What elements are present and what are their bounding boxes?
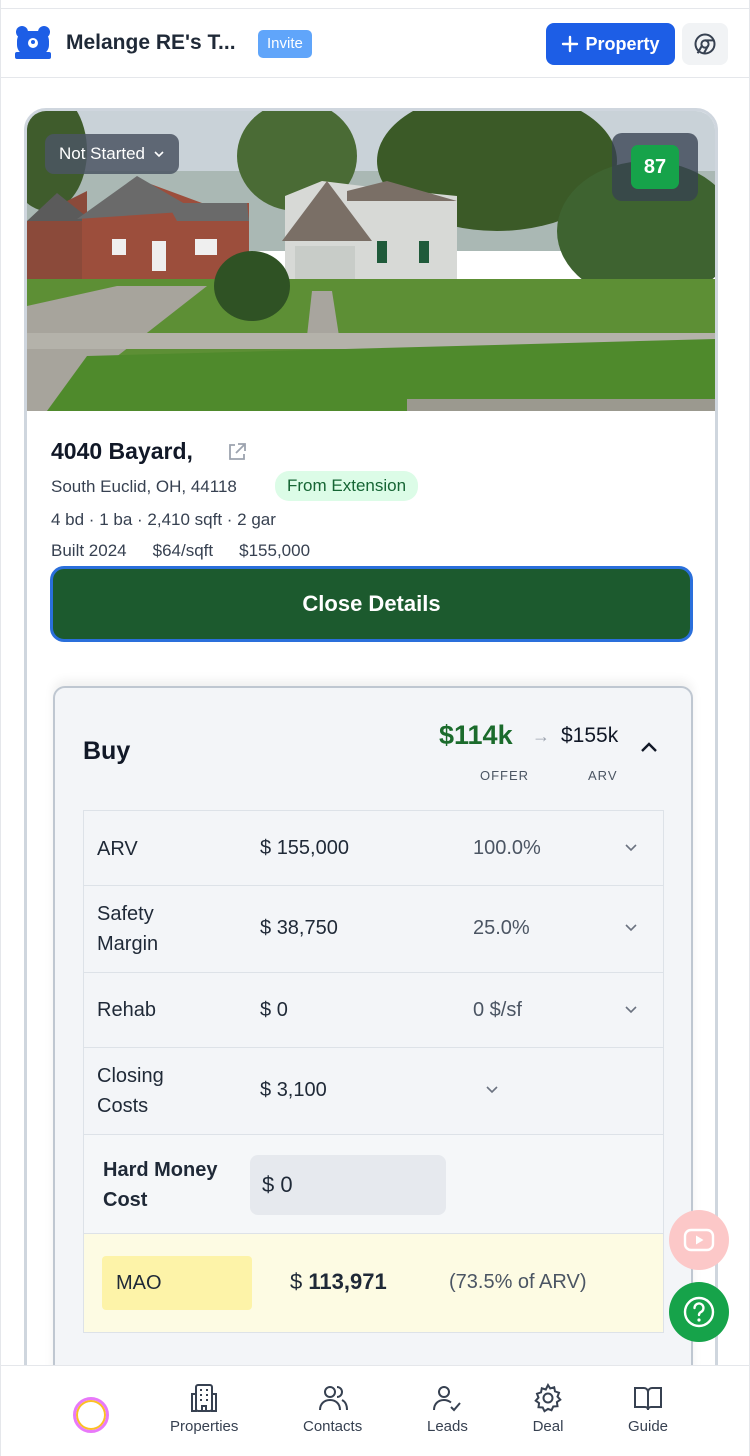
row-label: Safety Margin [97, 903, 159, 955]
nav-label: Guide [628, 1418, 669, 1435]
buy-section: Buy $114k → $155k OFFER ARV ARV $ 155,00… [53, 686, 693, 1405]
chrome-extension-button[interactable] [682, 23, 728, 65]
table-row: Safety Margin $ 38,750 25.0% [83, 886, 664, 973]
currency-symbol: $ [260, 999, 272, 1021]
property-address: 4040 Bayard, [51, 438, 193, 464]
amount-value: 3,100 [276, 1079, 327, 1101]
amount-value: 0 [276, 999, 288, 1021]
gear-icon [534, 1382, 562, 1413]
close-details-button[interactable]: Close Details [50, 566, 693, 642]
property-city: South Euclid, OH, 44118 [51, 477, 237, 496]
hard-money-input[interactable]: $ 0 [250, 1155, 446, 1215]
property-card: Not Started 87 4040 Bayard, South Euclid… [24, 108, 718, 1408]
row-label: Hard Money Cost [103, 1159, 218, 1211]
property-specs: 4 bd · 1 ba · 2,410 sqft · 2 gar [51, 510, 276, 529]
chevron-down-icon[interactable] [485, 1085, 499, 1095]
nav-label: Deal [532, 1418, 564, 1435]
buy-title: Buy [83, 737, 131, 765]
source-badge: From Extension [275, 471, 419, 501]
help-button[interactable] [669, 1282, 729, 1342]
status-dropdown[interactable]: Not Started [45, 134, 179, 174]
question-icon [683, 1296, 715, 1328]
mao-amount: $ 113,971 [290, 1269, 387, 1295]
nav-label: Contacts [303, 1418, 363, 1435]
deal-score: 87 [612, 133, 698, 201]
arv-caption: ARV [588, 768, 618, 783]
mao-percent: (73.5% of ARV) [449, 1271, 587, 1293]
currency-symbol: $ [260, 1079, 272, 1101]
plus-icon [562, 35, 579, 53]
app-frame: Melange RE's T... Invite Property Not St… [0, 0, 750, 1456]
arv-value: $155k [561, 724, 619, 747]
organization-name[interactable]: Melange RE's T... [66, 31, 236, 55]
brand-logo-icon[interactable] [73, 1397, 109, 1433]
currency-symbol: $ [262, 1172, 275, 1197]
currency-symbol: $ [260, 917, 272, 939]
row-amount[interactable]: $ 155,000 [260, 837, 349, 860]
row-label: Closing Costs [97, 1065, 164, 1117]
nav-item-properties[interactable]: Properties [170, 1382, 238, 1435]
property-meta: Built 2024 $64/sqft $155,000 [51, 541, 310, 561]
users-icon [318, 1386, 348, 1411]
buy-calculation-table: ARV $ 155,000 100.0% Safety Margin $ 38,… [83, 810, 664, 1333]
currency-symbol: $ [260, 837, 272, 859]
chevron-up-icon[interactable] [639, 740, 659, 754]
add-property-label: Property [585, 33, 660, 54]
arrow-right-icon: → [532, 726, 550, 746]
bottom-navigation: Properties Contacts Leads Deal Guide [1, 1365, 749, 1456]
row-percent: 100.0% [473, 837, 541, 859]
chevron-down-icon[interactable] [624, 923, 638, 933]
status-label: Not Started [59, 144, 145, 163]
row-amount[interactable]: $ 0 [260, 999, 288, 1022]
offer-value: $114k [439, 720, 513, 750]
user-check-icon [433, 1386, 462, 1412]
nav-item-guide[interactable]: Guide [628, 1382, 668, 1435]
video-tutorial-button[interactable] [669, 1210, 729, 1270]
row-percent: 0 $/sf [473, 999, 522, 1021]
row-label: ARV [97, 838, 138, 860]
chrome-icon [694, 33, 716, 55]
chevron-down-icon [154, 151, 164, 158]
table-row: Hard Money Cost $ 0 [83, 1135, 664, 1234]
table-row: ARV $ 155,000 100.0% [83, 810, 664, 886]
add-property-button[interactable]: Property [546, 23, 675, 65]
nav-label: Leads [427, 1418, 468, 1435]
amount-value: 0 [280, 1172, 293, 1197]
nav-item-deal[interactable]: Deal [532, 1382, 564, 1435]
mao-row: MAO $ 113,971 (73.5% of ARV) [83, 1234, 664, 1333]
invite-button[interactable]: Invite [258, 30, 312, 58]
built-year: Built 2024 [51, 541, 127, 560]
row-label: Rehab [97, 999, 156, 1021]
table-row: Closing Costs $ 3,100 [83, 1048, 664, 1135]
list-price: $155,000 [239, 541, 311, 560]
chevron-down-icon[interactable] [624, 843, 638, 853]
deal-score-value: 87 [631, 145, 679, 189]
nav-item-contacts[interactable]: Contacts [303, 1382, 362, 1435]
amount-value: 155,000 [276, 837, 349, 859]
bear-logo-icon[interactable] [13, 25, 53, 61]
nav-item-leads[interactable]: Leads [427, 1382, 468, 1435]
amount-value: 113,971 [308, 1269, 387, 1294]
external-link-icon[interactable] [226, 441, 248, 463]
offer-caption: OFFER [480, 768, 530, 783]
building-icon [191, 1384, 218, 1412]
table-row: Rehab $ 0 0 $/sf [83, 973, 664, 1048]
mao-label: MAO [102, 1256, 252, 1310]
amount-value: 38,750 [276, 917, 338, 939]
book-open-icon [634, 1387, 663, 1411]
price-per-sqft: $64/sqft [152, 541, 214, 560]
nav-label: Properties [170, 1418, 239, 1435]
currency-symbol: $ [290, 1269, 303, 1294]
youtube-icon [683, 1228, 715, 1252]
row-percent: 25.0% [473, 917, 530, 939]
row-amount[interactable]: $ 38,750 [260, 917, 338, 940]
top-header: Melange RE's T... Invite Property [1, 8, 749, 78]
row-amount[interactable]: $ 3,100 [260, 1079, 327, 1102]
chevron-down-icon[interactable] [624, 1005, 638, 1015]
